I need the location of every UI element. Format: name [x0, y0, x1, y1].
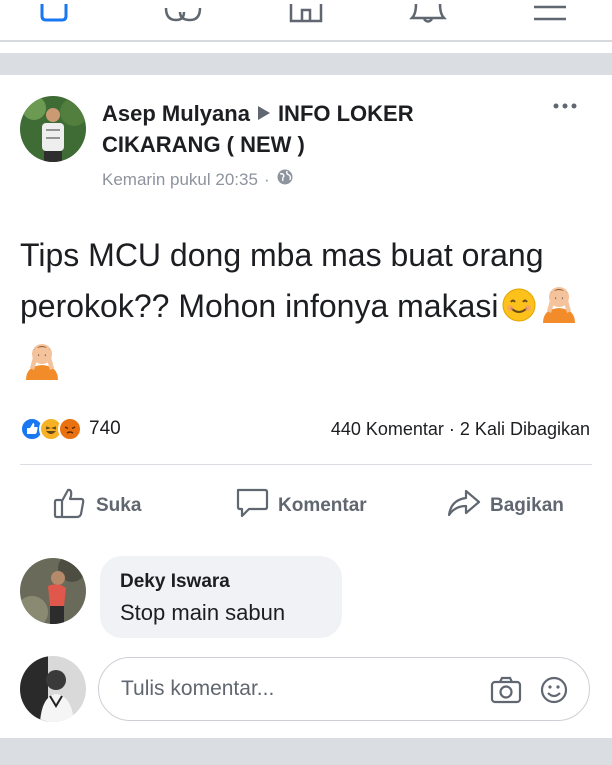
post-meta: Kemarin pukul 20:35 · — [102, 168, 294, 191]
commenter-avatar[interactable] — [20, 558, 86, 624]
post-stats: 440 Komentar · 2 Kali Dibagikan — [331, 419, 590, 440]
home-icon[interactable] — [30, 0, 78, 24]
posted-in-arrow-icon — [256, 98, 272, 129]
person-gesturing-ok-emoji — [539, 283, 579, 338]
current-user-avatar — [20, 656, 86, 722]
emoji-icon[interactable] — [537, 675, 571, 705]
comment-text: Stop main sabun — [120, 600, 286, 625]
post-header-title: Asep Mulyana INFO LOKER CIKARANG ( NEW ) — [102, 98, 522, 160]
feed-separator-bottom — [0, 738, 612, 765]
angry-reaction-icon — [58, 417, 82, 441]
feed-separator — [0, 53, 612, 75]
smiling-face-emoji — [501, 287, 537, 338]
shares-count[interactable]: 2 Kali Dibagikan — [460, 419, 590, 439]
comment-input[interactable]: Tulis komentar... — [98, 657, 590, 721]
person-gesturing-ok-emoji — [22, 340, 62, 395]
more-options-icon[interactable] — [551, 96, 581, 116]
menu-icon[interactable] — [526, 0, 574, 24]
post-body: Tips MCU dong mba mas buat orang perokok… — [20, 230, 592, 395]
like-button[interactable]: Suka — [52, 486, 141, 526]
author-name[interactable]: Asep Mulyana — [102, 101, 250, 126]
post-text: Tips MCU dong mba mas buat orang perokok… — [20, 237, 544, 324]
groups-icon[interactable] — [158, 0, 206, 24]
marketplace-icon[interactable] — [282, 0, 330, 24]
reaction-count: 740 — [89, 418, 121, 439]
comment-button[interactable]: Komentar — [234, 486, 367, 526]
author-avatar[interactable] — [20, 96, 86, 162]
reactions-summary[interactable]: 740 — [20, 417, 121, 441]
action-divider — [20, 464, 592, 465]
comments-count[interactable]: 440 Komentar — [331, 419, 444, 439]
post-timestamp[interactable]: Kemarin pukul 20:35 — [102, 170, 258, 190]
like-label: Suka — [96, 495, 142, 516]
stats-separator: · — [448, 419, 455, 439]
notifications-icon[interactable] — [404, 0, 452, 24]
like-icon — [52, 486, 88, 526]
camera-icon[interactable] — [489, 675, 523, 705]
comment-bubble[interactable]: Deky Iswara Stop main sabun — [100, 556, 342, 638]
comment-input-placeholder: Tulis komentar... — [121, 677, 275, 700]
share-button[interactable]: Bagikan — [446, 486, 564, 526]
comment-label: Komentar — [278, 495, 367, 516]
top-navigation-bar — [0, 0, 612, 42]
meta-separator: · — [263, 169, 270, 189]
public-globe-icon — [276, 168, 294, 191]
comment-icon — [234, 486, 270, 526]
share-icon — [446, 486, 482, 526]
share-label: Bagikan — [490, 495, 564, 516]
comment-author[interactable]: Deky Iswara — [120, 571, 230, 593]
